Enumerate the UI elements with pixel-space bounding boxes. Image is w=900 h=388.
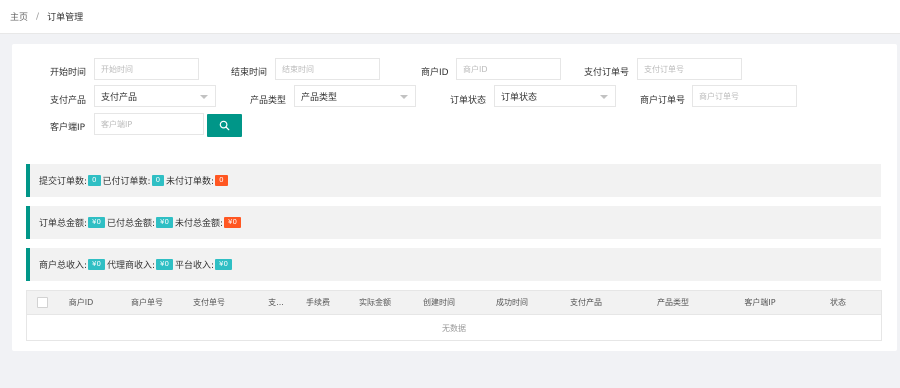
merchant-id-input[interactable]: 商户ID — [456, 58, 561, 80]
order-count-stats: 提交订单数: 0 已付订单数: 0 未付订单数: 0 — [26, 164, 881, 197]
total-amount-badge: ¥0 — [88, 217, 105, 228]
select-all-checkbox[interactable] — [37, 297, 48, 308]
end-time-label: 结束时间 — [231, 68, 268, 78]
start-time-label: 开始时间 — [50, 68, 87, 78]
unpaid-orders-badge: 0 — [215, 175, 228, 186]
client-ip-label: 客户端IP — [50, 123, 86, 133]
column-header[interactable]: 状态 — [823, 291, 853, 315]
breadcrumb-home-link[interactable]: 主页 — [10, 10, 28, 23]
merchant-order-no-label: 商户订单号 — [640, 96, 686, 106]
pay-order-no-label: 支付订单号 — [584, 68, 630, 78]
breadcrumb-separator: / — [36, 11, 40, 22]
chevron-down-icon — [600, 95, 608, 99]
search-icon — [219, 120, 230, 131]
platform-income-label: 平台收入: — [174, 261, 214, 271]
client-ip-input[interactable]: 客户端IP — [94, 113, 204, 135]
breadcrumb-current: 订单管理 — [47, 13, 84, 23]
product-type-label: 产品类型 — [250, 96, 287, 106]
merchant-order-no-input[interactable]: 商户订单号 — [692, 85, 797, 107]
pay-order-no-input[interactable]: 支付订单号 — [637, 58, 742, 80]
chevron-down-icon — [200, 95, 208, 99]
column-header[interactable]: 支付单号 — [185, 291, 233, 315]
order-status-select[interactable]: 订单状态 — [494, 85, 616, 107]
merchant-id-label: 商户ID — [421, 68, 449, 78]
column-header[interactable]: 产品类型 — [649, 291, 697, 315]
column-header[interactable]: 创建时间 — [415, 291, 463, 315]
pay-product-select[interactable]: 支付产品 — [94, 85, 216, 107]
submitted-orders-badge: 0 — [88, 175, 101, 186]
pay-product-label: 支付产品 — [50, 96, 87, 106]
breadcrumb: 主页 / 订单管理 — [0, 0, 900, 34]
column-header[interactable]: 成功时间 — [488, 291, 536, 315]
total-amount-label: 订单总金额: — [39, 219, 88, 229]
column-header[interactable]: 商户单号 — [123, 291, 171, 315]
paid-amount-badge: ¥0 — [156, 217, 173, 228]
column-header[interactable]: 客户端IP — [733, 291, 787, 315]
order-status-value: 订单状态 — [501, 92, 538, 103]
column-header[interactable]: 手续费 — [300, 291, 336, 315]
submitted-orders-label: 提交订单数: — [39, 177, 88, 187]
paid-orders-label: 已付订单数: — [102, 177, 151, 187]
merchant-income-label: 商户总收入: — [39, 261, 88, 271]
column-header[interactable]: 实际金额 — [351, 291, 399, 315]
start-time-input[interactable]: 开始时间 — [94, 58, 199, 80]
table-empty-message: 无数据 — [442, 324, 466, 333]
pay-product-value: 支付产品 — [101, 92, 138, 103]
merchant-income-badge: ¥0 — [88, 259, 105, 270]
paid-amount-label: 已付总金额: — [106, 219, 156, 229]
chevron-down-icon — [400, 95, 408, 99]
unpaid-amount-badge: ¥0 — [223, 217, 241, 228]
order-panel: 开始时间 开始时间 结束时间 结束时间 商户ID 商户ID 支付订单号 支付订单… — [12, 44, 897, 351]
agent-income-label: 代理商收入: — [106, 261, 156, 271]
order-status-label: 订单状态 — [450, 96, 487, 106]
paid-orders-badge: 0 — [151, 175, 165, 186]
column-header[interactable]: 商户ID — [63, 291, 99, 315]
order-amount-stats: 订单总金额: ¥0 已付总金额: ¥0 未付总金额: ¥0 — [26, 206, 881, 239]
agent-income-badge: ¥0 — [156, 259, 173, 270]
column-header[interactable]: 支付产品 — [562, 291, 610, 315]
product-type-select[interactable]: 产品类型 — [294, 85, 416, 107]
search-button[interactable] — [207, 114, 242, 137]
unpaid-amount-label: 未付总金额: — [174, 219, 223, 229]
order-table: 商户ID 商户单号 支付单号 支... 手续费 实际金额 创建时间 成功时间 支… — [26, 290, 882, 341]
income-stats: 商户总收入: ¥0 代理商收入: ¥0 平台收入: ¥0 — [26, 248, 881, 281]
unpaid-orders-label: 未付订单数: — [166, 177, 215, 187]
product-type-value: 产品类型 — [301, 92, 338, 103]
column-header[interactable]: 支... — [261, 291, 291, 315]
table-header: 商户ID 商户单号 支付单号 支... 手续费 实际金额 创建时间 成功时间 支… — [27, 291, 881, 315]
platform-income-badge: ¥0 — [214, 259, 232, 270]
end-time-input[interactable]: 结束时间 — [275, 58, 380, 80]
